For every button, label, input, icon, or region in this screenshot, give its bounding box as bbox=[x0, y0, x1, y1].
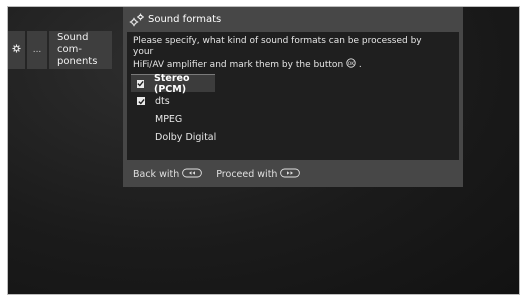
option-mpeg[interactable]: MPEG bbox=[131, 110, 351, 128]
checkbox-unchecked-icon bbox=[137, 115, 145, 123]
proceed-remote-button-icon bbox=[280, 168, 301, 181]
proceed-label: Proceed with bbox=[216, 169, 278, 180]
breadcrumb: ... Sound com- ponents bbox=[8, 31, 112, 69]
option-label: MPEG bbox=[155, 113, 183, 125]
instruction-text: Please specify, what kind of sound forma… bbox=[127, 32, 437, 72]
proceed-hint[interactable]: Proceed with bbox=[216, 168, 301, 181]
back-label: Back with bbox=[133, 169, 180, 180]
breadcrumb-sound-components[interactable]: Sound com- ponents bbox=[49, 31, 112, 69]
checkbox-unchecked-icon bbox=[137, 133, 145, 141]
instruction-end: . bbox=[356, 60, 362, 70]
checkbox-checked-icon bbox=[137, 79, 144, 88]
dialog-footer: Back with Proceed with bbox=[133, 168, 301, 181]
sound-formats-dialog: Sound formats Please specify, what kind … bbox=[123, 7, 463, 187]
dialog-title: Sound formats bbox=[148, 14, 222, 25]
option-stereo-pcm[interactable]: Stereo (PCM) bbox=[131, 72, 215, 95]
option-label: Dolby Digital bbox=[155, 131, 217, 143]
instruction-line-2: HiFi/AV amplifier and mark them by the b… bbox=[133, 60, 344, 70]
breadcrumb-settings[interactable] bbox=[8, 31, 25, 69]
option-dolby-digital[interactable]: Dolby Digital bbox=[131, 128, 351, 146]
dialog-header: Sound formats bbox=[123, 7, 463, 32]
breadcrumb-more-label: ... bbox=[32, 45, 42, 55]
instruction-line-1: Please specify, what kind of sound forma… bbox=[133, 36, 422, 57]
checkbox-checked-icon bbox=[137, 97, 145, 105]
dialog-body: Please specify, what kind of sound forma… bbox=[127, 32, 459, 160]
format-options-list: Stereo (PCM) dts MPEG Dolby Digital bbox=[131, 72, 351, 146]
breadcrumb-more[interactable]: ... bbox=[27, 31, 47, 69]
option-label: Stereo (PCM) bbox=[154, 72, 190, 95]
tv-screen: ... Sound com- ponents Sound formats Ple… bbox=[7, 6, 520, 295]
option-label: dts bbox=[155, 95, 170, 107]
breadcrumb-current-label: Sound com- ponents bbox=[57, 32, 98, 67]
svg-text:OK: OK bbox=[348, 61, 356, 67]
gears-icon bbox=[129, 13, 145, 27]
ok-button-icon: OK bbox=[346, 58, 356, 72]
option-dts[interactable]: dts bbox=[131, 92, 351, 110]
back-hint[interactable]: Back with bbox=[133, 168, 203, 181]
back-remote-button-icon bbox=[182, 168, 203, 181]
gear-icon bbox=[12, 44, 21, 56]
